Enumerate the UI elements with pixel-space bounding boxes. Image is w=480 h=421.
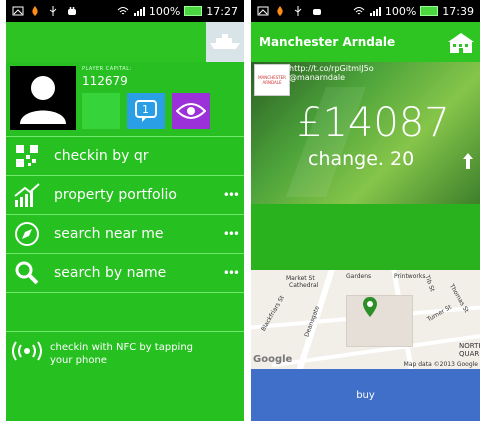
status-right-icons: 100% 17:39	[353, 5, 480, 18]
tweet-handle: @manarndale	[289, 73, 346, 82]
ship-button[interactable]	[206, 22, 244, 62]
menu-label: search near me	[54, 226, 164, 242]
tweet-link[interactable]: http://t.co/rpGitmIJ5o	[289, 64, 374, 73]
clock: 17:39	[442, 4, 474, 18]
notification-icon	[257, 6, 269, 16]
up-arrow-icon	[462, 152, 474, 170]
status-left-icons	[6, 6, 78, 16]
menu-label: search by name	[54, 265, 167, 281]
map-label: Turner St	[426, 303, 453, 324]
status-right-icons: 100% 17:27	[117, 5, 244, 18]
nfc-icon	[10, 340, 44, 366]
map-label: Cathedral	[289, 282, 319, 289]
compass-icon	[12, 219, 42, 249]
signal-icon	[369, 6, 381, 16]
wifi-icon	[353, 6, 365, 16]
battery-percentage: 100%	[384, 4, 417, 18]
location-map[interactable]: Market St Cathedral Gardens Printworks B…	[251, 270, 480, 369]
nfc-label-line2: your phone	[50, 355, 107, 366]
more-icon[interactable]: •••	[223, 266, 240, 280]
building-icon[interactable]	[446, 32, 476, 54]
page-title: Manchester Arndale	[259, 35, 396, 49]
qr-icon	[12, 141, 42, 171]
left-phone-screen: 100% 17:27 PLAYER CAPITAL: 112679 1 chec…	[6, 0, 244, 421]
map-label: Gardens	[346, 273, 372, 280]
android-icon	[66, 6, 78, 16]
player-capital-label: PLAYER CAPITAL:	[82, 66, 132, 72]
property-logo: MANCHESTER ARNDALE	[254, 64, 290, 96]
eye-icon	[175, 101, 207, 125]
battery-percentage: 100%	[148, 4, 181, 18]
status-bar: 100% 17:27	[6, 0, 244, 22]
messages-tile[interactable]: 1	[127, 93, 165, 129]
watch-tile[interactable]	[172, 93, 210, 129]
signal-icon	[133, 6, 145, 16]
clock: 17:27	[206, 4, 238, 18]
player-capital-value: 112679	[82, 74, 128, 88]
menu-search-near-me[interactable]: search near me •••	[6, 215, 244, 253]
flame-icon	[30, 6, 42, 16]
ship-icon	[208, 29, 242, 55]
search-icon	[12, 258, 42, 288]
nfc-checkin[interactable]: checkin with NFC by tapping your phone	[6, 332, 244, 392]
right-phone-screen: 100% 17:39 Manchester Arndale MANCHESTER…	[251, 0, 480, 421]
battery-icon	[420, 6, 439, 16]
map-label: NORTH	[459, 342, 480, 350]
buy-label: buy	[356, 389, 375, 401]
wifi-icon	[117, 6, 129, 16]
android-icon	[311, 6, 323, 16]
google-logo: Google	[253, 354, 293, 365]
status-bar: 100% 17:39	[251, 0, 480, 22]
usb-icon	[293, 6, 305, 16]
map-label: QUAR	[459, 350, 480, 358]
menu-label: checkin by qr	[54, 148, 149, 164]
notification-icon	[12, 6, 24, 16]
avatar[interactable]	[10, 66, 76, 130]
buy-button[interactable]: buy	[251, 369, 480, 421]
message-count: 1	[142, 103, 149, 116]
map-label: Printworks	[394, 273, 426, 280]
status-left-icons	[251, 6, 323, 16]
info-area	[251, 204, 480, 270]
price-change: change. 20	[308, 148, 415, 170]
property-price: £14087	[297, 100, 450, 146]
green-tile[interactable]	[82, 93, 120, 129]
tweet-text[interactable]: http://t.co/rpGitmIJ5o @manarndale	[289, 64, 374, 82]
menu-label: property portfolio	[54, 187, 177, 203]
usb-icon	[48, 6, 60, 16]
map-attribution: Map data ©2013 Google	[403, 361, 478, 368]
menu-checkin-qr[interactable]: checkin by qr	[6, 137, 244, 175]
nfc-label-line1: checkin with NFC by tapping	[50, 342, 194, 353]
more-icon[interactable]: •••	[223, 188, 240, 202]
menu-search-by-name[interactable]: search by name •••	[6, 254, 244, 292]
nfc-label: checkin with NFC by tapping your phone	[50, 341, 193, 367]
divider	[6, 292, 244, 293]
map-pin-icon[interactable]	[363, 297, 377, 321]
more-icon[interactable]: •••	[223, 227, 240, 241]
menu-property-portfolio[interactable]: property portfolio •••	[6, 176, 244, 214]
battery-icon	[184, 6, 203, 16]
logo-line2: ARNDALE	[262, 80, 282, 85]
chart-up-icon	[12, 180, 42, 210]
map-label: Tib St	[423, 274, 436, 293]
flame-icon	[275, 6, 287, 16]
map-building	[346, 295, 413, 347]
map-label: Market St	[286, 275, 315, 282]
